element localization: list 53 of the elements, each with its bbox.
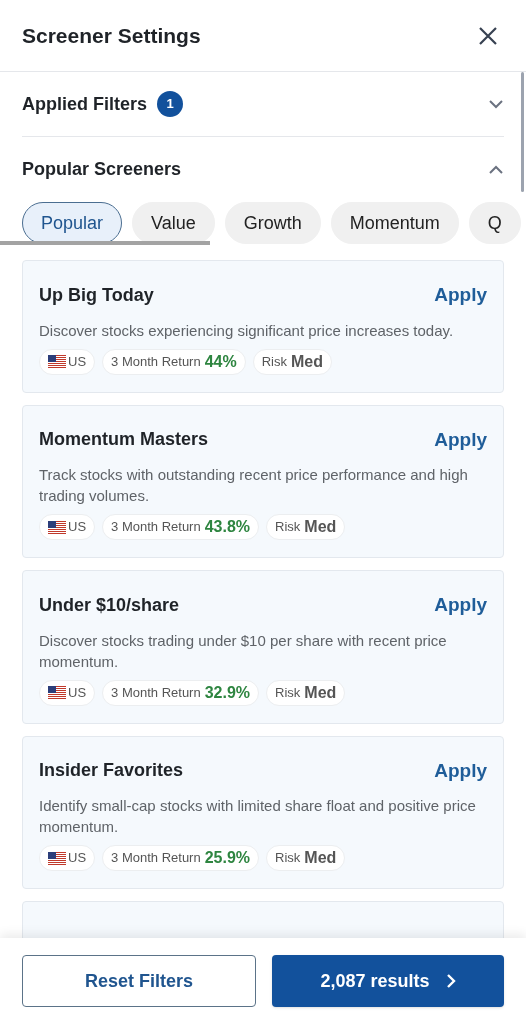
screener-description: Track stocks with outstanding recent price performance and high trading volumes. xyxy=(39,465,469,506)
apply-button[interactable]: Apply xyxy=(434,756,487,785)
us-flag-icon xyxy=(48,686,66,699)
region-label: US xyxy=(68,518,87,537)
us-flag-icon xyxy=(48,520,66,534)
region-label: US xyxy=(68,849,87,868)
category-chip[interactable]: Growth xyxy=(224,202,321,244)
chevron-right-icon xyxy=(445,973,456,989)
risk-value: Med xyxy=(304,848,337,868)
risk-value: Med xyxy=(291,351,323,372)
count-badge: 1 xyxy=(157,91,183,117)
return-label: 3 Month Return xyxy=(111,683,201,702)
risk-value: Med xyxy=(304,682,337,703)
return-label: 3 Month Return xyxy=(111,849,201,868)
return-value: 25.9% xyxy=(204,848,251,868)
return-value: 43.8% xyxy=(204,517,251,537)
apply-button[interactable]: Apply xyxy=(434,591,487,620)
return-label: 3 Month Return xyxy=(111,518,201,537)
us-flag-icon xyxy=(48,851,66,865)
return-value: 44% xyxy=(204,351,237,372)
chevron-down-icon[interactable] xyxy=(488,99,504,109)
apply-button[interactable]: Apply xyxy=(434,281,487,310)
us-flag-icon xyxy=(48,355,66,368)
close-icon[interactable] xyxy=(478,25,498,46)
screener-title: Insider Favorites xyxy=(39,759,184,783)
apply-button[interactable]: Apply xyxy=(434,425,487,454)
category-chip[interactable]: Popular xyxy=(22,202,123,244)
category-chip[interactable]: Momentum xyxy=(330,202,459,244)
screener-title: Momentum Masters xyxy=(39,428,209,452)
risk-value: Med xyxy=(304,517,337,537)
screener-description: Identify small-cap stocks with limited share float and positive price momentum. xyxy=(39,796,477,837)
region-label: US xyxy=(68,352,87,371)
chevron-up-icon[interactable] xyxy=(488,164,504,175)
risk-label: Risk xyxy=(275,849,301,868)
screener-description: Discover stocks trading under $10 per share with recent price momentum. xyxy=(39,630,448,672)
screener-title: Up Big Today xyxy=(39,283,154,307)
section-title: Popular Screeners xyxy=(22,158,182,181)
reset-filters-button[interactable]: Reset Filters xyxy=(22,955,256,1007)
section-header[interactable]: Popular Screeners xyxy=(22,137,504,202)
region-label: US xyxy=(68,683,87,702)
return-label: 3 Month Return xyxy=(111,352,201,371)
panel-title: Screener Settings xyxy=(22,22,201,49)
results-button[interactable]: 2,087 results xyxy=(272,955,504,1007)
category-chip[interactable]: Value xyxy=(132,202,215,244)
return-value: 32.9% xyxy=(204,682,251,703)
risk-label: Risk xyxy=(275,518,301,537)
screener-description: Discover stocks experiencing significant price increases today. xyxy=(39,320,455,341)
section-title: Applied Filters xyxy=(22,92,147,116)
category-chip[interactable]: Q xyxy=(468,202,521,244)
risk-label: Risk xyxy=(275,683,301,702)
section-header[interactable]: Applied Filters 1 xyxy=(22,72,504,137)
risk-label: Risk xyxy=(261,352,287,371)
screener-title: Under $10/share xyxy=(39,593,180,617)
